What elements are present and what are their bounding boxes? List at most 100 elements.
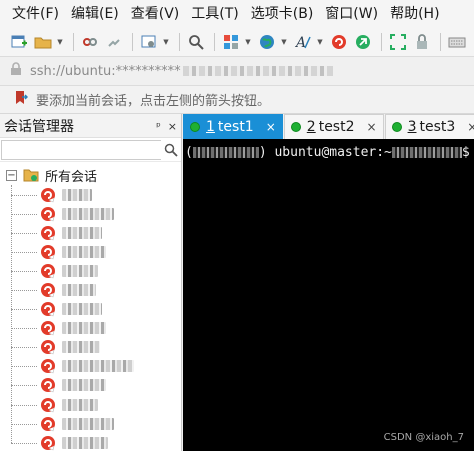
- menu-file[interactable]: 文件(F): [6, 0, 65, 28]
- close-tab-icon[interactable]: ×: [367, 120, 377, 134]
- session-icon: [41, 244, 55, 260]
- address-input[interactable]: ssh://ubuntu:**********: [22, 60, 474, 82]
- session-item[interactable]: [0, 357, 181, 376]
- menu-tabs[interactable]: 选项卡(B): [245, 0, 320, 28]
- reconnect-icon[interactable]: [103, 31, 125, 53]
- menu-tools[interactable]: 工具(T): [185, 0, 244, 28]
- bookmark-arrow-icon[interactable]: [14, 90, 29, 110]
- session-item[interactable]: [0, 204, 181, 223]
- redacted-session-name: [62, 398, 98, 411]
- svg-text:A: A: [294, 35, 306, 51]
- tab-test2[interactable]: 2 test2 ×: [283, 114, 384, 139]
- open-folder-icon[interactable]: [32, 31, 54, 53]
- layout-icon[interactable]: [220, 31, 242, 53]
- tree-branch: [11, 442, 37, 444]
- session-icon: [41, 187, 55, 202]
- toolbar-separator: [440, 33, 441, 51]
- tree-branch: [11, 385, 37, 387]
- tree-branch: [11, 404, 37, 406]
- collapse-toggle[interactable]: −: [6, 169, 17, 181]
- xftp-icon[interactable]: [352, 31, 374, 53]
- redacted-session-name: [62, 284, 96, 297]
- session-item[interactable]: [0, 414, 181, 433]
- tab-label: test1: [217, 119, 254, 135]
- session-icon: [41, 302, 55, 317]
- layout-dropdown-icon[interactable]: ▼: [244, 31, 252, 53]
- xshell-icon[interactable]: [328, 31, 350, 53]
- close-tab-icon[interactable]: ×: [467, 120, 474, 134]
- tab-test1[interactable]: 1 test1 ×: [183, 114, 283, 139]
- session-item[interactable]: [0, 319, 181, 338]
- session-item[interactable]: [0, 433, 181, 451]
- tree-branch: [11, 290, 37, 292]
- terminal[interactable]: ( ) ubuntu@master:~ $ CSDN @xiaoh_7: [183, 139, 474, 451]
- folder-icon: [23, 168, 39, 182]
- session-search-input[interactable]: [1, 139, 161, 160]
- new-session-icon[interactable]: [8, 31, 30, 53]
- session-item[interactable]: [0, 242, 181, 261]
- find-icon[interactable]: [185, 31, 207, 53]
- connected-status-icon: [190, 122, 200, 132]
- session-item[interactable]: [0, 300, 181, 319]
- terminal-prompt-line: ( ) ubuntu@master:~ $: [185, 143, 474, 161]
- session-item[interactable]: [0, 280, 181, 299]
- tab-number: 2: [306, 119, 316, 135]
- redacted-env: [192, 146, 259, 158]
- menu-help[interactable]: 帮助(H): [384, 0, 445, 28]
- redacted-session-name: [62, 341, 100, 354]
- tree-root-all-sessions[interactable]: − 所有会话: [0, 165, 181, 185]
- session-item[interactable]: [0, 261, 181, 280]
- redacted-session-name: [62, 226, 102, 239]
- menu-view[interactable]: 查看(V): [125, 0, 186, 28]
- panel-header: 会话管理器 ᵖ ×: [0, 114, 181, 138]
- font-icon[interactable]: A: [292, 31, 314, 53]
- lock-icon[interactable]: [411, 31, 433, 53]
- close-tab-icon[interactable]: ×: [266, 120, 276, 134]
- tree-branch: [11, 213, 37, 215]
- connected-status-icon: [290, 122, 301, 132]
- tab-test3[interactable]: 3 test3 ×: [384, 114, 474, 139]
- prompt-end: $: [461, 144, 470, 160]
- search-icon[interactable]: [161, 140, 181, 160]
- redacted-session-name: [62, 436, 108, 449]
- tree-branch: [11, 423, 37, 425]
- address-bar: ssh://ubuntu:**********: [0, 56, 474, 86]
- toolbar-separator: [214, 33, 215, 51]
- prompt-text: ) ubuntu@master:~: [258, 144, 392, 160]
- tab-label: test2: [318, 119, 355, 135]
- toolbar-separator: [73, 33, 74, 51]
- open-folder-dropdown-icon[interactable]: ▼: [56, 31, 64, 53]
- session-icon: [41, 359, 55, 374]
- tree-branch: [11, 309, 37, 311]
- fullscreen-icon[interactable]: [387, 31, 409, 53]
- watermark: CSDN @xiaoh_7: [383, 432, 464, 443]
- session-icon: [41, 378, 55, 393]
- properties-dropdown-icon[interactable]: ▼: [162, 31, 170, 53]
- tree-branch: [11, 251, 37, 253]
- session-icon: [41, 397, 55, 413]
- redacted-session-name: [62, 417, 114, 430]
- keyboard-icon[interactable]: [446, 31, 468, 53]
- tree-branch: [11, 232, 37, 234]
- session-item[interactable]: [0, 395, 181, 414]
- session-icon: [41, 225, 55, 241]
- tree-branch: [11, 347, 37, 349]
- redacted-session-name: [62, 188, 92, 201]
- pin-icon[interactable]: ᵖ: [156, 120, 161, 133]
- session-item[interactable]: [0, 338, 181, 357]
- session-list: [0, 185, 181, 451]
- font-dropdown-icon[interactable]: ▼: [316, 31, 324, 53]
- redacted-session-name: [62, 303, 102, 316]
- session-item[interactable]: [0, 223, 181, 242]
- session-icon: [41, 435, 55, 451]
- globe-icon[interactable]: [256, 31, 278, 53]
- close-icon[interactable]: ×: [168, 120, 177, 133]
- session-icon: [41, 340, 55, 355]
- properties-icon[interactable]: [138, 31, 160, 53]
- globe-dropdown-icon[interactable]: ▼: [280, 31, 288, 53]
- session-item[interactable]: [0, 185, 181, 204]
- session-item[interactable]: [0, 376, 181, 395]
- menu-window[interactable]: 窗口(W): [319, 0, 384, 28]
- menu-edit[interactable]: 编辑(E): [65, 0, 125, 28]
- disconnect-icon[interactable]: [79, 31, 101, 53]
